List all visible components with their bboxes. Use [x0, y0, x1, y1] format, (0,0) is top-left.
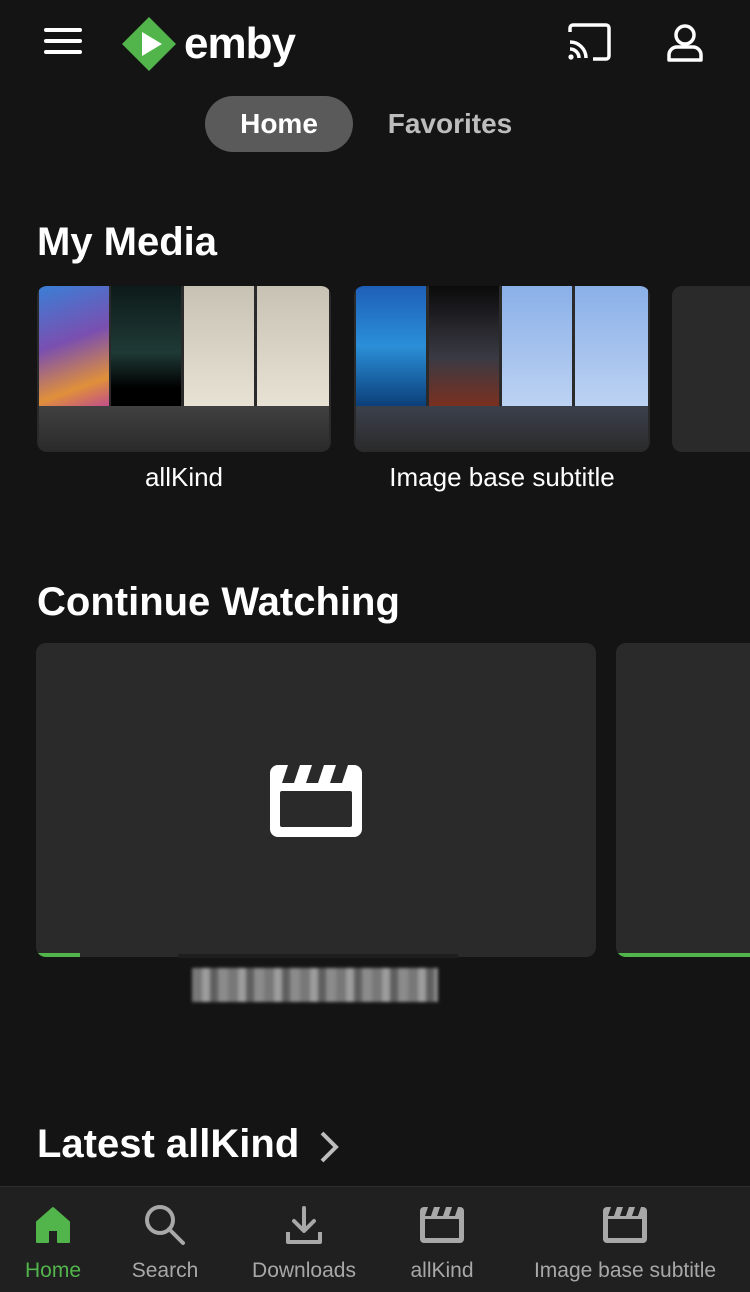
nav-item-image-base-subtitle[interactable]: Image base subtitle — [516, 1187, 734, 1292]
library-label-image-base-subtitle: Image base subtitle — [389, 462, 615, 492]
poster-image — [257, 286, 329, 406]
nav-item-allkind[interactable]: allKind — [398, 1187, 486, 1292]
tab-favorites[interactable]: Favorites — [370, 96, 530, 152]
search-icon — [143, 1203, 187, 1247]
library-card-allkind[interactable] — [37, 286, 331, 452]
library-card-image-base-subtitle[interactable] — [354, 286, 650, 452]
clapper-icon — [601, 1203, 649, 1247]
item-title-blurred — [192, 968, 438, 1002]
continue-watching-card[interactable] — [36, 643, 596, 957]
emby-logo-icon — [122, 17, 176, 71]
cast-icon — [568, 23, 611, 61]
continue-watching-card-partial[interactable] — [616, 643, 750, 957]
poster-image — [39, 286, 109, 406]
user-icon — [667, 24, 703, 62]
section-title-latest[interactable]: Latest allKind — [37, 1122, 299, 1167]
poster-image — [429, 286, 499, 406]
progress-bar — [616, 953, 750, 957]
tab-home[interactable]: Home — [205, 96, 353, 152]
user-button[interactable] — [662, 22, 708, 66]
section-title-my-media: My Media — [37, 220, 218, 264]
home-icon — [32, 1203, 74, 1247]
library-label-allkind: allKind — [144, 462, 224, 492]
progress-bar — [36, 953, 80, 957]
brand-name: emby — [184, 19, 296, 68]
section-title-continue-watching: Continue Watching — [37, 580, 400, 624]
library-card-partial[interactable] — [672, 286, 750, 452]
clapper-icon — [418, 1203, 466, 1247]
poster-image — [111, 286, 181, 406]
poster-image — [502, 286, 572, 406]
movie-clapper-icon — [270, 765, 362, 837]
menu-button[interactable] — [44, 28, 84, 58]
cast-button[interactable] — [566, 22, 614, 66]
nav-item-home[interactable]: Home — [14, 1187, 92, 1292]
nav-item-downloads[interactable]: Downloads — [240, 1187, 368, 1292]
nav-item-search[interactable]: Search — [120, 1187, 210, 1292]
poster-image — [575, 286, 648, 406]
bottom-nav: Home Search Downloads allKind Image base… — [0, 1186, 750, 1292]
emby-logo: emby — [120, 14, 310, 74]
chevron-right-icon[interactable] — [318, 1130, 340, 1164]
download-icon — [284, 1203, 324, 1247]
hamburger-menu-icon — [44, 28, 82, 32]
poster-image — [356, 286, 426, 406]
poster-image — [184, 286, 254, 406]
